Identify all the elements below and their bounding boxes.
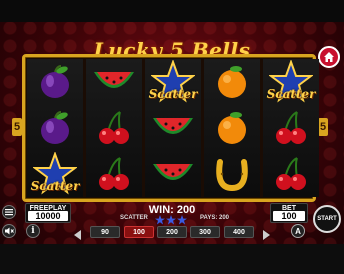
info-button[interactable]: i bbox=[26, 224, 40, 238]
sound-button[interactable] bbox=[2, 224, 16, 238]
reel-3: Scatter bbox=[145, 59, 201, 197]
bottom-bar bbox=[0, 244, 344, 274]
cherries-icon bbox=[263, 105, 319, 151]
scatter-info-label: SCATTER bbox=[120, 215, 148, 221]
start-label: START bbox=[317, 216, 337, 222]
reel-5: Scatter bbox=[263, 59, 319, 197]
horseshoe-icon bbox=[204, 151, 260, 197]
reels-frame: Scatter Scatter Scatter bbox=[22, 54, 319, 202]
bet-option[interactable]: 400 bbox=[224, 226, 254, 238]
game-screen: Lucky 5 Bells 5 5 Scatter Scatter Scatte… bbox=[0, 0, 344, 274]
pays-label: PAYS: 200 bbox=[200, 215, 230, 221]
bet-decrease-button[interactable] bbox=[74, 227, 82, 240]
arrow-left-icon bbox=[74, 230, 81, 240]
home-button[interactable] bbox=[318, 46, 340, 68]
reel-1: Scatter bbox=[27, 59, 83, 197]
scatter-label: Scatter bbox=[30, 179, 80, 193]
cherries-icon bbox=[86, 151, 142, 197]
autoplay-button[interactable]: A bbox=[291, 224, 305, 238]
reel-4 bbox=[204, 59, 260, 197]
home-icon bbox=[324, 52, 334, 62]
watermelon-icon bbox=[145, 151, 201, 197]
bet-option-selected[interactable]: 100 bbox=[124, 226, 154, 238]
line-count-left: 5 bbox=[12, 118, 22, 136]
cherries-icon bbox=[86, 105, 142, 151]
cherries-icon bbox=[263, 151, 319, 197]
bet-option[interactable]: 90 bbox=[90, 226, 120, 238]
plum-icon bbox=[27, 105, 83, 151]
start-button[interactable]: START bbox=[313, 205, 341, 233]
speaker-muted-icon bbox=[4, 227, 14, 235]
orange-icon bbox=[204, 59, 260, 105]
scatter-star-icon: Scatter bbox=[263, 59, 319, 105]
bet-value: 100 bbox=[273, 211, 305, 221]
line-count-right: 5 bbox=[318, 118, 328, 136]
scatter-star-icon: Scatter bbox=[27, 151, 83, 197]
watermelon-icon bbox=[86, 59, 142, 105]
bet-increase-button[interactable] bbox=[262, 227, 270, 240]
bet-option[interactable]: 300 bbox=[190, 226, 220, 238]
watermelon-icon bbox=[145, 105, 201, 151]
scatter-star-icons bbox=[155, 215, 187, 225]
scatter-label: Scatter bbox=[266, 87, 316, 101]
bet-option[interactable]: 200 bbox=[157, 226, 187, 238]
scatter-label: Scatter bbox=[148, 87, 198, 101]
arrow-right-icon bbox=[263, 230, 270, 240]
top-bar bbox=[0, 0, 344, 22]
orange-icon bbox=[204, 105, 260, 151]
reel-2 bbox=[86, 59, 142, 197]
scatter-star-icon: Scatter bbox=[145, 59, 201, 105]
plum-icon bbox=[27, 59, 83, 105]
